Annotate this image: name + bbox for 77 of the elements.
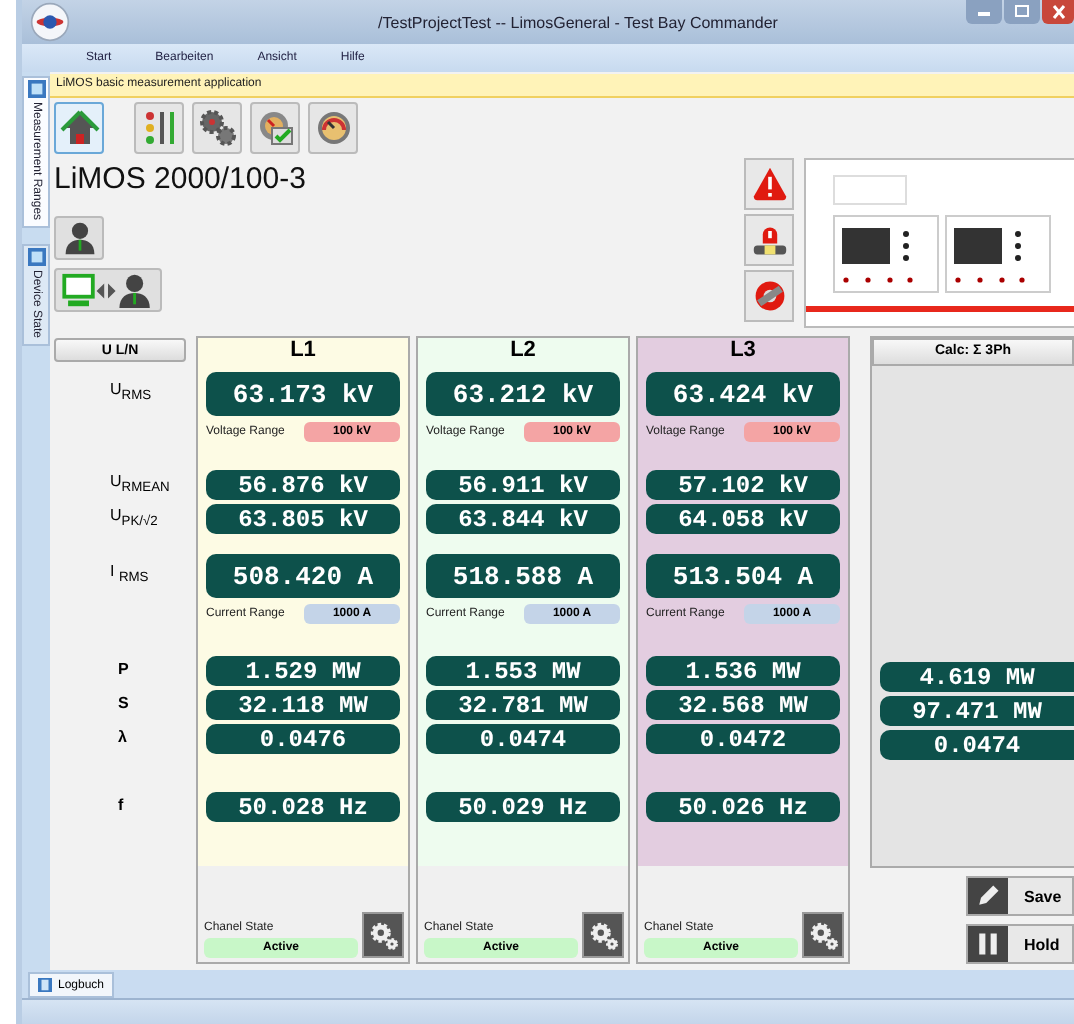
sliders-button[interactable]: [134, 102, 184, 154]
row-label: S: [118, 694, 129, 712]
phase-header: L3: [728, 338, 758, 366]
value-display: 0.0472: [646, 724, 840, 754]
value-display: 63.424 kV: [646, 372, 840, 416]
minimize-icon: [974, 6, 994, 18]
row-label: I $_{RMS}$: [110, 562, 149, 586]
value-display: 1.536 MW: [646, 656, 840, 686]
settings-button[interactable]: [802, 912, 844, 958]
value-display: 50.026 Hz: [646, 792, 840, 822]
value-display: 1.553 MW: [426, 656, 620, 686]
tab-icon: [27, 248, 45, 267]
computer-person-icon: [62, 271, 154, 309]
value-display: 64.058 kV: [646, 504, 840, 534]
settings-button[interactable]: [362, 912, 404, 958]
phase-header: L1: [288, 338, 318, 366]
gauge-button[interactable]: [308, 102, 358, 154]
value-display: 57.102 kV: [646, 470, 840, 500]
alarm-light-icon: [751, 222, 787, 258]
device-title: LiMOS 2000/100-3: [54, 162, 306, 196]
row-label: U$_{RMS}$: [110, 380, 152, 404]
settings-button[interactable]: [582, 912, 624, 958]
row-label: P: [118, 660, 129, 678]
minimize-button[interactable]: [966, 0, 1002, 24]
gauge-check-button[interactable]: [250, 102, 300, 154]
warning-icon: [751, 166, 787, 202]
tab-icon: [27, 80, 45, 98]
gears-icon: [197, 108, 237, 148]
value-display: 32.568 MW: [646, 690, 840, 720]
value-display: 508.420 A: [206, 554, 400, 598]
value-display: 0.0476: [206, 724, 400, 754]
close-button[interactable]: [1042, 0, 1074, 24]
hold-button[interactable]: Hold: [966, 924, 1074, 964]
phase-header: L2: [508, 338, 538, 366]
app-logo-icon[interactable]: [30, 2, 70, 42]
pencil-icon: [974, 882, 1002, 910]
operator-button[interactable]: [54, 216, 104, 260]
warning-button[interactable]: [744, 158, 794, 210]
save-button[interactable]: Save: [966, 876, 1074, 916]
maximize-icon: [1012, 4, 1032, 20]
row-label: U$_{RMEAN}$: [110, 471, 170, 495]
row-label: U$_{PK/√2}$: [110, 505, 158, 529]
value-display: 32.781 MW: [426, 690, 620, 720]
value-display: 63.805 kV: [206, 504, 400, 534]
settings-icon: [587, 919, 619, 951]
value-display: 97.471 MW: [880, 696, 1074, 726]
book-icon: [38, 978, 52, 992]
value-display: 518.588 A: [426, 554, 620, 598]
value-display: 63.844 kV: [426, 504, 620, 534]
window-title: /TestProjectTest -- LimosGeneral - Test Bay Commander: [376, 13, 780, 31]
value-display: 63.212 kV: [426, 372, 620, 416]
value-display: 50.028 Hz: [206, 792, 400, 822]
close-icon: [1048, 4, 1068, 20]
row-label: f: [118, 796, 124, 814]
value-display: 1.529 MW: [206, 656, 400, 686]
value-display: 0.0474: [426, 724, 620, 754]
alarm-light-button[interactable]: [744, 214, 794, 266]
pause-icon: [974, 930, 1002, 958]
value-display: 0.0474: [880, 730, 1074, 760]
gauge-check-icon: [255, 108, 295, 148]
computer-operator-button[interactable]: [54, 268, 162, 312]
value-display: 32.118 MW: [206, 690, 400, 720]
settings-icon: [367, 919, 399, 951]
value-display: 63.173 kV: [206, 372, 400, 416]
row-label: λ: [118, 728, 127, 746]
person-icon: [61, 220, 97, 256]
settings-icon: [807, 919, 839, 951]
home-icon: [59, 108, 99, 148]
home-button[interactable]: [54, 102, 104, 154]
value-display: 56.911 kV: [426, 470, 620, 500]
value-display: 4.619 MW: [880, 662, 1074, 692]
gauge-icon: [313, 108, 353, 148]
gears-button[interactable]: [192, 102, 242, 154]
value-display: 56.876 kV: [206, 470, 400, 500]
maximize-button[interactable]: [1004, 0, 1040, 24]
value-display: 513.504 A: [646, 554, 840, 598]
value-display: 50.029 Hz: [426, 792, 620, 822]
